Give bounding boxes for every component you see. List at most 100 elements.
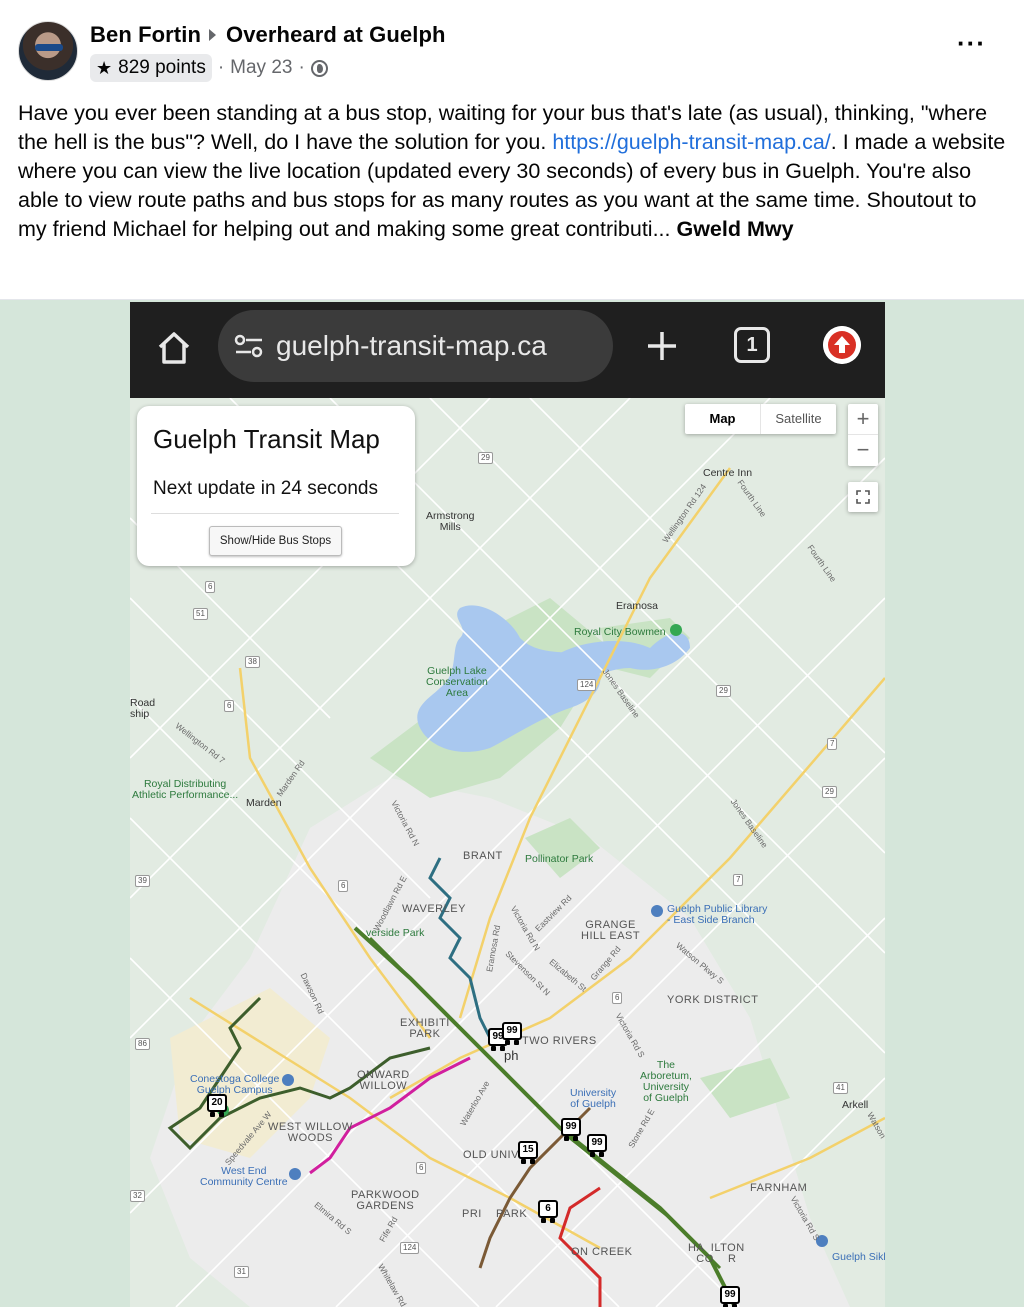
post-meta: ★ 829 points · May 23 · <box>90 54 328 82</box>
road-shield: 124 <box>400 1242 420 1254</box>
road-shield: 39 <box>135 875 150 887</box>
arrow-right-icon <box>209 29 216 41</box>
map-button[interactable]: Map <box>685 404 761 434</box>
road-shield: 6 <box>205 581 216 593</box>
separator-dot: · <box>298 57 305 78</box>
community-centre-pin-icon <box>289 1168 301 1180</box>
more-options-icon[interactable]: ··· <box>957 30 986 56</box>
post-image[interactable]: guelph-transit-map.ca 1 Guelph Transit M… <box>0 300 1024 1307</box>
bus-route-number: 20 <box>207 1094 227 1112</box>
fullscreen-button[interactable] <box>848 482 878 512</box>
post-date[interactable]: May 23 <box>230 57 292 79</box>
road-shield: 7 <box>733 874 744 886</box>
post-author-line: Ben Fortin Overheard at Guelph <box>90 22 446 48</box>
place-label: Guelph Lake Conservation Area <box>426 665 488 699</box>
bus-route-number: 99 <box>587 1134 607 1152</box>
place-label: Royal City Bowmen <box>574 626 666 638</box>
place-label: Pollinator Park <box>525 853 594 865</box>
neighbourhood-label: BRANT <box>463 850 503 862</box>
place-label: Marden <box>246 797 282 809</box>
neighbourhood-label: TWO RIVERS <box>522 1035 597 1047</box>
bus-marker[interactable]: 99 <box>587 1134 607 1158</box>
address-bar[interactable]: guelph-transit-map.ca <box>218 310 613 382</box>
facebook-post: Ben Fortin Overheard at Guelph ★ 829 poin… <box>0 0 1024 300</box>
place-label: The Arboretum, University of Guelph <box>640 1059 692 1104</box>
map-view[interactable]: Guelph Transit Map Next update in 24 sec… <box>130 398 885 1307</box>
neighbourhood-label: PRI PARK <box>462 1208 528 1220</box>
road-shield: 29 <box>716 685 731 697</box>
road-shield: 124 <box>577 679 597 691</box>
college-pin-icon <box>282 1074 294 1086</box>
fullscreen-icon <box>856 490 870 504</box>
road-shield: 29 <box>822 786 837 798</box>
author-avatar[interactable] <box>18 21 78 81</box>
bus-marker[interactable]: 99 <box>720 1286 740 1307</box>
neighbourhood-label: GRANGE HILL EAST <box>581 919 641 942</box>
place-label: Eramosa <box>616 600 659 612</box>
road-shield: 41 <box>833 1082 848 1094</box>
zoom-control: + − <box>848 404 878 466</box>
globe-icon <box>310 59 328 77</box>
bus-route-number: 99 <box>561 1118 581 1136</box>
post-link[interactable]: https://guelph-transit-map.ca/ <box>552 130 830 154</box>
neighbourhood-label: EXHIBITI PARK <box>400 1017 450 1040</box>
bus-route-number: 99 <box>720 1286 740 1304</box>
bus-route-number: 6 <box>538 1200 558 1218</box>
place-label: Armstrong Mills <box>426 510 475 533</box>
author-name[interactable]: Ben Fortin <box>90 22 201 48</box>
see-more-link[interactable]: Gweld Mwy <box>676 217 793 241</box>
bus-marker[interactable]: 15 <box>518 1141 538 1165</box>
place-label: Guelph Sikh <box>832 1251 885 1263</box>
neighbourhood-label: HA ILTON CO R <box>688 1242 745 1265</box>
neighbourhood-label: FARNHAM <box>750 1182 808 1194</box>
place-label: Road ship <box>130 697 156 720</box>
neighbourhood-label: WAVERLEY <box>402 903 466 915</box>
sunglasses-graphic <box>35 44 63 51</box>
points-label: 829 points <box>118 57 206 78</box>
place-label: University of Guelph <box>570 1087 617 1110</box>
place-label: Conestoga College Guelph Campus <box>190 1073 280 1096</box>
bus-marker[interactable]: 20 <box>207 1094 227 1118</box>
road-shield: 51 <box>193 608 208 620</box>
zoom-out-button[interactable]: − <box>848 435 878 466</box>
new-tab-icon[interactable] <box>642 326 682 366</box>
separator-dot: · <box>217 57 225 78</box>
neighbourhood-label: WEST WILLOW WOODS <box>268 1121 353 1144</box>
road-shield: 6 <box>612 992 623 1004</box>
bus-marker[interactable]: 99 <box>502 1022 522 1046</box>
bus-marker[interactable]: 6 <box>538 1200 558 1224</box>
library-pin-icon <box>651 905 663 917</box>
neighbourhood-label: YORK DISTRICT <box>667 994 759 1006</box>
place-label: West End Community Centre <box>200 1165 288 1188</box>
place-label: Arkell <box>842 1099 869 1111</box>
road-shield: 7 <box>827 738 838 750</box>
app-title: Guelph Transit Map <box>153 424 380 454</box>
site-settings-icon[interactable] <box>234 334 264 358</box>
points-badge: ★ 829 points <box>90 54 212 82</box>
group-name[interactable]: Overheard at Guelph <box>226 22 446 48</box>
show-hide-bus-stops-button[interactable]: Show/Hide Bus Stops <box>209 526 342 556</box>
post-body: Have you ever been standing at a bus sto… <box>18 99 1008 244</box>
road-shield: 6 <box>416 1162 427 1174</box>
home-icon[interactable] <box>154 328 194 368</box>
tab-count-button[interactable]: 1 <box>734 327 770 363</box>
road-shield: 6 <box>338 880 349 892</box>
satellite-button[interactable]: Satellite <box>761 404 836 434</box>
neighbourhood-label: PARKWOOD GARDENS <box>351 1189 420 1212</box>
browser-toolbar: guelph-transit-map.ca 1 <box>130 302 885 398</box>
update-arrow-icon[interactable] <box>823 326 861 364</box>
place-label: Centre Inn <box>703 467 753 479</box>
bus-marker[interactable]: 99 <box>561 1118 581 1142</box>
road-shield: 86 <box>135 1038 150 1050</box>
road-shield: 6 <box>224 700 235 712</box>
url-text: guelph-transit-map.ca <box>276 330 547 361</box>
bus-route-number: 15 <box>518 1141 538 1159</box>
place-label: Guelph Public Library - East Side Branch <box>667 903 768 926</box>
bus-route-number: 99 <box>502 1022 522 1040</box>
map-type-control: Map Satellite <box>685 404 836 434</box>
road-shield: 29 <box>478 452 493 464</box>
road-shield: 38 <box>245 656 260 668</box>
zoom-in-button[interactable]: + <box>848 404 878 435</box>
road-shield: 32 <box>130 1190 145 1202</box>
info-divider <box>151 513 399 514</box>
